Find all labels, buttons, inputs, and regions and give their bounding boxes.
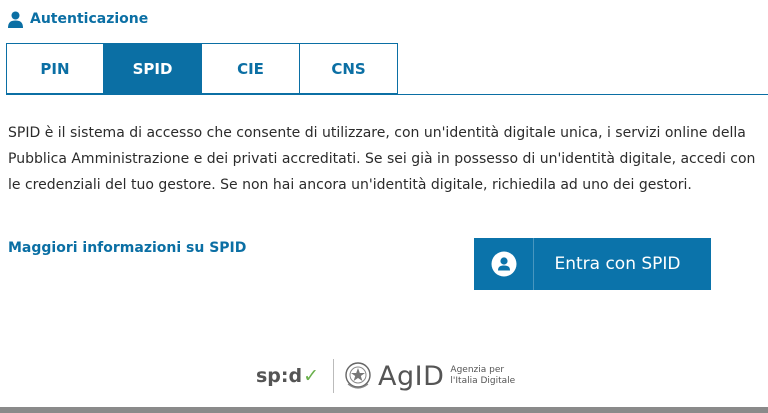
spid-check-icon: ✓	[303, 365, 320, 387]
logo-separator	[333, 359, 335, 393]
tab-pin[interactable]: PIN	[6, 43, 104, 94]
agid-subtitle-line1: Agenzia per	[450, 365, 505, 375]
spid-logo: sp:d ✓	[256, 365, 319, 387]
agid-logo-text: AgID	[378, 360, 445, 392]
login-spid-button[interactable]: Entra con SPID	[474, 238, 711, 290]
footer-logos: sp:d ✓ AgID Agenzia per l'Italia Digital…	[256, 356, 515, 396]
page: Autenticazione PIN SPID CIE CNS SPID è i…	[0, 0, 768, 413]
user-circle-icon	[491, 251, 516, 277]
auth-tabs: PIN SPID CIE CNS	[6, 43, 398, 94]
agid-subtitle: Agenzia per l'Italia Digitale	[450, 365, 515, 387]
spid-description: SPID è il sistema di accesso che consent…	[8, 125, 756, 193]
tab-spid[interactable]: SPID	[104, 43, 202, 94]
button-icon-area	[474, 238, 534, 290]
italian-emblem-icon	[345, 362, 371, 389]
login-button-label: Entra con SPID	[554, 254, 681, 274]
spid-logo-text: sp:d	[256, 365, 303, 387]
more-info-link[interactable]: Maggiori informazioni su SPID	[8, 240, 246, 256]
section-title: Autenticazione	[30, 11, 149, 27]
section-header: Autenticazione	[8, 8, 148, 30]
tab-cie[interactable]: CIE	[202, 43, 300, 94]
user-icon	[8, 11, 23, 28]
bottom-bar	[0, 407, 768, 413]
agid-subtitle-line2: l'Italia Digitale	[450, 376, 516, 386]
tabs-divider	[6, 94, 768, 95]
tab-cns[interactable]: CNS	[300, 43, 398, 94]
